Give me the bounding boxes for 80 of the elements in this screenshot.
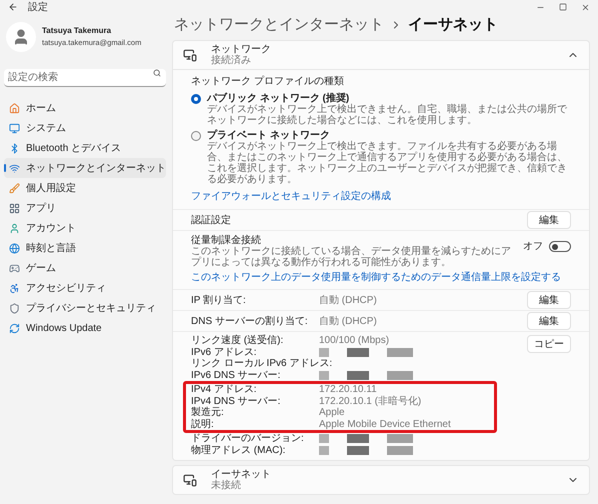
sidebar-item[interactable]: アプリ xyxy=(4,198,166,218)
sidebar-item[interactable]: Bluetooth とデバイス xyxy=(4,138,166,158)
radio-button[interactable] xyxy=(191,94,201,104)
card-status: 未接続 xyxy=(211,480,242,491)
ethernet-icon xyxy=(183,48,197,62)
edit-button[interactable]: 編集 xyxy=(527,211,571,229)
sidebar-item[interactable]: アカウント xyxy=(4,218,166,238)
data-limit-link[interactable]: このネットワーク上のデータ使用量を制御するためのデータ通信量上限を設定する xyxy=(191,272,571,284)
card-title: ネットワーク xyxy=(211,44,272,55)
page-title: イーサネット xyxy=(408,14,498,35)
selection-indicator xyxy=(4,164,6,172)
bluetooth-icon xyxy=(9,142,20,154)
property-label: IPv4 DNS サーバー: xyxy=(191,396,282,407)
radio-description: デバイスがネットワーク上で検出できます。ファイルを共有する必要がある場合、またはこのネットワーク上で通信するアプリを使用する必要がある場合は、これを選択します。ネットワーク上のユーザーとデバイスが把握でき、信頼できる必要があります。 xyxy=(207,141,568,185)
property-value: Apple Mobile Device Ethernet xyxy=(319,418,451,430)
gamepad-icon xyxy=(9,262,20,274)
firewall-link[interactable]: ファイアウォールとセキュリティ設定の構成 xyxy=(191,191,571,203)
setting-label: IP 割り当て: xyxy=(191,294,247,308)
setting-label: DNS サーバーの割り当て: xyxy=(191,314,309,328)
network-header[interactable]: ネットワーク 接続済み xyxy=(172,40,590,70)
property-value: Apple xyxy=(319,407,345,418)
property-label: IPv4 アドレス: xyxy=(191,384,258,396)
setting-value: 自動 (DHCP) xyxy=(319,294,377,308)
property-value: 100/100 (Mbps) xyxy=(319,335,390,346)
sidebar-item[interactable]: 時刻と言語 xyxy=(4,238,166,258)
edit-button[interactable]: 編集 xyxy=(527,291,571,309)
back-icon[interactable] xyxy=(8,2,18,12)
property-label: 製造元: xyxy=(191,407,225,418)
sidebar-item[interactable]: プライバシーとセキュリティ xyxy=(4,298,166,318)
search-icon xyxy=(153,69,161,77)
property-label: ドライバーのバージョン: xyxy=(191,433,305,444)
sidebar-item[interactable]: システム xyxy=(4,118,166,138)
property-label: 説明: xyxy=(191,418,215,430)
property-value: 172.20.10.1 (非暗号化) xyxy=(319,396,422,407)
property-label: IPv6 アドレス: xyxy=(191,346,258,358)
radio-button[interactable] xyxy=(191,131,201,141)
sidebar-item[interactable]: ネットワークとインターネット xyxy=(4,158,166,178)
search-field[interactable]: 設定の検索 xyxy=(4,69,166,87)
monitor-icon xyxy=(9,122,20,134)
ethernet-icon xyxy=(183,473,197,487)
person-icon xyxy=(9,222,20,234)
copy-button[interactable]: コピー xyxy=(527,335,571,353)
section-label: ネットワーク プロファイルの種類 xyxy=(191,76,345,88)
sidebar-item[interactable]: アクセシビリティ xyxy=(4,278,166,298)
property-value: 172.20.10.11 xyxy=(319,384,377,396)
sidebar-item[interactable]: 個人用設定 xyxy=(4,178,166,198)
breadcrumb-parent[interactable]: ネットワークとインターネット xyxy=(174,14,384,36)
setting-description: このネットワークに接続している場合、データ使用量を減らすためにアプリによっては異なる動作が行われる可能性があります。 xyxy=(191,246,512,268)
apps-icon xyxy=(9,202,20,214)
radio-description: デバイスがネットワーク上で検出できません。自宅、職場、または公共の場所でネットワークに接続した場合などには、これを使用します。 xyxy=(207,104,568,126)
property-label: 物理アドレス (MAC): xyxy=(191,444,286,456)
sidebar-item[interactable]: ゲーム xyxy=(4,258,166,278)
property-label: リンク速度 (送受信): xyxy=(191,335,284,346)
globe-icon xyxy=(9,242,20,254)
setting-label: 従量制課金接続 xyxy=(191,235,262,246)
accessibility-icon xyxy=(9,282,20,294)
radio-label: パブリック ネットワーク (推奨) xyxy=(207,93,350,104)
avatar xyxy=(6,22,36,52)
maximize-icon[interactable] xyxy=(559,3,567,11)
wifi-icon xyxy=(9,162,20,174)
user-name: Tatsuya Takemura xyxy=(42,25,112,38)
sidebar-item[interactable]: ホーム xyxy=(4,98,166,118)
edit-button[interactable]: 編集 xyxy=(527,312,571,330)
toggle-switch[interactable] xyxy=(549,241,571,252)
card-title: イーサネット xyxy=(211,469,272,480)
setting-label: 認証設定 xyxy=(191,214,231,228)
property-label: IPv6 DNS サーバー: xyxy=(191,370,282,381)
setting-value: 自動 (DHCP) xyxy=(319,314,377,328)
brush-icon xyxy=(9,182,20,194)
property-label: リンク ローカル IPv6 アドレス: xyxy=(191,358,332,370)
shield-icon xyxy=(9,302,20,314)
card-status: 接続済み xyxy=(211,55,252,66)
home-icon xyxy=(9,102,20,114)
toggle-label: オフ xyxy=(523,240,543,254)
close-icon[interactable] xyxy=(581,2,590,12)
radio-label: プライベート ネットワーク xyxy=(207,130,331,141)
update-icon xyxy=(9,322,20,334)
window-title: 設定 xyxy=(28,0,48,14)
sidebar-item[interactable]: Windows Update xyxy=(4,318,166,338)
ethernet-header[interactable]: イーサネット 未接続 xyxy=(172,465,590,495)
